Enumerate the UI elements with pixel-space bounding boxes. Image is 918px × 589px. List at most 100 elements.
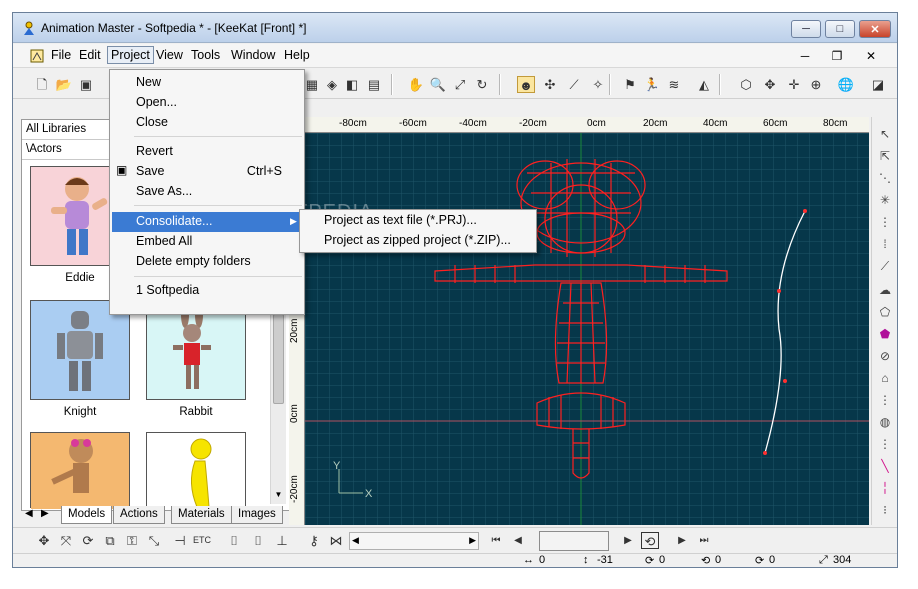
spline-control-point[interactable]: [803, 209, 807, 213]
menu-window[interactable]: Window: [231, 48, 275, 62]
diagonal-icon[interactable]: ⤡: [145, 532, 163, 549]
move-icon[interactable]: ✥: [761, 76, 779, 93]
muscle-icon[interactable]: ✧: [589, 76, 607, 93]
bone-double-icon[interactable]: ⌷: [249, 532, 267, 549]
menu-tools[interactable]: Tools: [191, 48, 220, 62]
menu-item-recent-softpedia[interactable]: 1 Softpedia: [136, 283, 199, 297]
dots-more-icon[interactable]: ⋮: [876, 437, 894, 455]
menu-help[interactable]: Help: [284, 48, 310, 62]
prev-frame-icon[interactable]: ◀: [509, 532, 527, 549]
model-thumbnail-yellow[interactable]: [146, 432, 246, 509]
key-icon[interactable]: ⚿: [123, 532, 141, 549]
submenu-item-zip[interactable]: Project as zipped project (*.ZIP)...: [324, 233, 511, 247]
knife-icon[interactable]: ⟋: [876, 259, 894, 277]
model-thumbnail-keekat[interactable]: [30, 432, 130, 509]
grid-dots-icon[interactable]: ⁞: [876, 237, 894, 255]
pink-line-icon[interactable]: ╲: [876, 459, 894, 477]
mdi-restore-button[interactable]: ❐: [825, 47, 849, 65]
arrow-select-icon[interactable]: ↖: [876, 127, 894, 145]
patch-icon[interactable]: ⬠: [876, 305, 894, 323]
select-points-icon[interactable]: ✣: [541, 76, 559, 93]
zoom-icon[interactable]: 🔍: [429, 76, 447, 93]
bone-icon[interactable]: ⟋: [565, 76, 583, 93]
menu-item-save[interactable]: Save: [136, 164, 165, 178]
scroll-down-icon[interactable]: ▼: [273, 490, 284, 504]
menu-item-embed-all[interactable]: Embed All: [136, 234, 192, 248]
chart-icon[interactable]: ◪: [869, 76, 887, 93]
last-frame-icon[interactable]: ⏭: [695, 532, 713, 549]
menu-item-new[interactable]: New: [136, 75, 161, 89]
etc-icon[interactable]: ETC: [193, 532, 211, 549]
skeleton-icon[interactable]: ⚑: [621, 76, 639, 93]
render-icon[interactable]: ▦: [303, 76, 321, 93]
menu-file[interactable]: File: [51, 48, 71, 62]
paint-bucket-icon[interactable]: ⬟: [876, 327, 894, 345]
render-lock-icon[interactable]: ◈: [323, 76, 341, 93]
select-bones-icon[interactable]: ☻: [517, 76, 535, 93]
mdi-minimize-button[interactable]: ─: [793, 47, 817, 65]
menu-project[interactable]: Project: [107, 46, 154, 64]
modeling-viewport[interactable]: Y X: [305, 133, 869, 525]
globe-grid-icon[interactable]: ⊕: [807, 76, 825, 93]
hand-pan-icon[interactable]: ✋: [407, 76, 425, 93]
timeline-right-icon[interactable]: ▶: [469, 535, 476, 546]
arrow-add-icon[interactable]: ⇱: [876, 149, 894, 167]
menu-item-delete-empty-folders[interactable]: Delete empty folders: [136, 254, 251, 268]
menu-item-consolidate[interactable]: Consolidate...: [136, 214, 212, 228]
model-thumbnail-knight[interactable]: [30, 300, 130, 400]
open-folder-icon[interactable]: 📂: [55, 76, 73, 93]
cloud-icon[interactable]: ☁: [876, 283, 894, 301]
tab-scroll-left-icon[interactable]: ◀: [25, 508, 33, 519]
dots-icon[interactable]: ⋮: [876, 215, 894, 233]
menu-item-close[interactable]: Close: [136, 115, 168, 129]
loop-icon[interactable]: ⟲: [641, 532, 659, 549]
split-icon[interactable]: ⊣: [171, 532, 189, 549]
spark-icon[interactable]: ✳: [876, 193, 894, 211]
mdi-close-button[interactable]: ✕: [859, 47, 883, 65]
save-all-icon[interactable]: ▣: [77, 76, 95, 93]
globe-icon[interactable]: 🌐: [837, 76, 855, 93]
menu-edit[interactable]: Edit: [79, 48, 101, 62]
menu-item-open[interactable]: Open...: [136, 95, 177, 109]
next-frame-icon[interactable]: ▶: [673, 532, 691, 549]
spline-control-point[interactable]: [777, 289, 781, 293]
model-thumbnail-rabbit[interactable]: [146, 300, 246, 400]
minimize-button[interactable]: ─: [791, 20, 821, 38]
frame-input[interactable]: [539, 531, 609, 551]
close-button[interactable]: ✕: [859, 20, 891, 38]
tab-models[interactable]: Models: [61, 506, 113, 524]
pink-tick-icon[interactable]: ╎: [876, 481, 894, 499]
maximize-button[interactable]: □: [825, 20, 855, 38]
spline-control-point[interactable]: [783, 379, 787, 383]
lock-icon[interactable]: ⌂: [876, 371, 894, 389]
cube-icon[interactable]: ⬡: [737, 76, 755, 93]
tab-images[interactable]: Images: [231, 506, 283, 524]
tab-actions[interactable]: Actions: [113, 506, 165, 524]
timeline-left-icon[interactable]: ◀: [352, 535, 359, 546]
wave-icon[interactable]: ≋: [665, 76, 683, 93]
play-icon[interactable]: ▶: [619, 532, 637, 549]
tab-scroll-right-icon[interactable]: ▶: [41, 508, 49, 519]
key-filter-icon[interactable]: ⚷: [305, 532, 323, 549]
shield-tool-icon[interactable]: ◭: [695, 76, 713, 93]
move-keys-icon[interactable]: ✥: [35, 532, 53, 549]
menu-item-save-as[interactable]: Save As...: [136, 184, 192, 198]
document-icon[interactable]: [29, 48, 45, 64]
timeline-scrollbar[interactable]: ◀ ▶: [349, 532, 479, 550]
new-file-icon[interactable]: 🗋: [33, 76, 51, 93]
film-icon[interactable]: ▤: [365, 76, 383, 93]
render-flag-icon[interactable]: ◧: [343, 76, 361, 93]
no-entry-icon[interactable]: ⊘: [876, 349, 894, 367]
tab-materials[interactable]: Materials: [171, 506, 232, 524]
run-icon[interactable]: 🏃: [643, 76, 661, 93]
lasso-icon[interactable]: ⋱: [876, 171, 894, 189]
submenu-item-prj[interactable]: Project as text file (*.PRJ)...: [324, 213, 477, 227]
rotate-view-icon[interactable]: ↻: [473, 76, 491, 93]
scale-icon[interactable]: ✛: [785, 76, 803, 93]
dots-end-icon[interactable]: ⁝: [876, 503, 894, 521]
zoom-fit-icon[interactable]: ⤢: [451, 76, 469, 93]
bones-filter-icon[interactable]: ⋈: [327, 532, 345, 549]
scroll-thumb[interactable]: [273, 314, 284, 404]
rotate-keys-icon[interactable]: ⟳: [79, 532, 97, 549]
skeleton-tree-icon[interactable]: ⊥: [273, 532, 291, 549]
